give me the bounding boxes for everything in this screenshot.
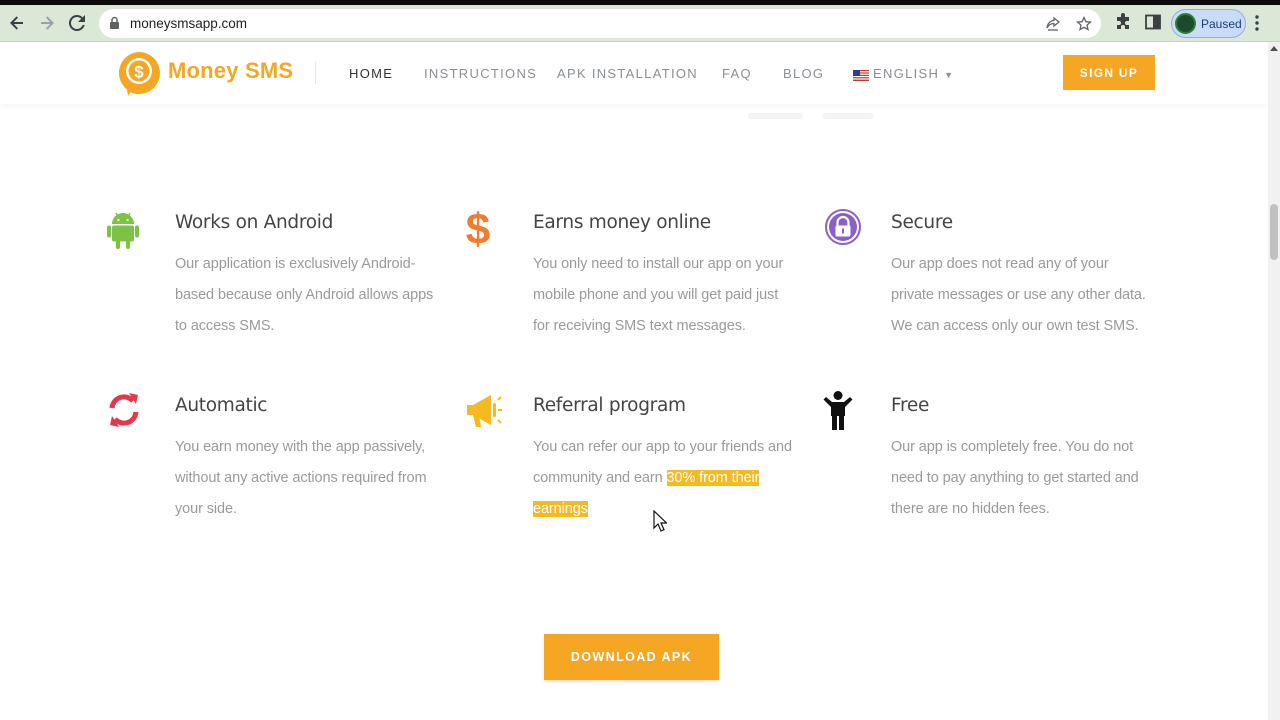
desc-line: mobile phone and you will get paid just — [533, 287, 779, 303]
feature-desc-earns: You only need to install our app on your… — [533, 249, 803, 342]
extensions-puzzle-icon[interactable] — [1114, 13, 1132, 31]
browser-toolbar: moneysmsapp.com Paused — [0, 5, 1280, 42]
nav-blog[interactable]: BLOG — [783, 66, 824, 81]
desc-line: Our app does not read any of your — [891, 256, 1109, 272]
profile-button[interactable]: Paused — [1171, 9, 1246, 38]
refresh-icon — [106, 390, 142, 434]
desc-line: earnings — [533, 494, 813, 525]
page-scrollbar[interactable] — [1268, 42, 1280, 720]
feature-desc-automatic: You earn money with the app passively, w… — [175, 432, 445, 525]
mouse-cursor-icon — [653, 509, 668, 532]
dollar-icon: $ — [464, 205, 500, 254]
scrollbar-thumb[interactable] — [1270, 204, 1278, 260]
nav-apk-installation[interactable]: APK INSTALLATION — [557, 66, 698, 81]
desc-line: based because only Android allows apps — [175, 287, 434, 303]
desc-text: community and earn — [533, 470, 667, 486]
lock-icon — [109, 16, 120, 35]
nav-instructions[interactable]: INSTRUCTIONS — [424, 66, 537, 81]
nav-home[interactable]: HOME — [349, 66, 393, 81]
faint-shape — [822, 113, 874, 119]
selected-text: earnings — [533, 501, 588, 517]
desc-line: You only need to install our app on your — [533, 256, 784, 272]
header-divider — [315, 62, 316, 84]
feature-title-automatic: Automatic — [175, 395, 268, 416]
feature-title-referral: Referral program — [533, 395, 686, 416]
feature-desc-secure: Our app does not read any of your privat… — [891, 249, 1161, 342]
back-icon[interactable] — [5, 11, 29, 35]
desc-line: to access SMS. — [175, 318, 275, 334]
language-label: ENGLISH — [873, 66, 940, 81]
profile-status-label: Paused — [1201, 17, 1242, 31]
feature-title-secure: Secure — [891, 212, 953, 233]
share-icon[interactable] — [1045, 16, 1061, 32]
desc-line: without any active actions required from — [175, 470, 427, 486]
bookmark-star-icon[interactable] — [1075, 15, 1093, 32]
desc-line: We can access only our own test SMS. — [891, 318, 1139, 334]
faint-shape — [748, 113, 803, 119]
avatar — [1175, 13, 1196, 34]
desc-line: need to pay anything to get started and — [891, 470, 1139, 486]
sign-up-button[interactable]: SIGN UP — [1063, 55, 1155, 90]
more-menu-icon[interactable] — [1255, 15, 1259, 31]
selected-text: 30% from their — [666, 470, 760, 486]
feature-desc-referral: You can refer our app to your friends an… — [533, 432, 813, 525]
megaphone-icon — [465, 392, 502, 436]
android-icon — [107, 208, 143, 252]
money-logo-icon[interactable]: $ — [116, 50, 162, 96]
forward-icon[interactable] — [35, 11, 59, 35]
logo-text[interactable]: Money SMS — [168, 58, 293, 84]
desc-line: there are no hidden fees. — [891, 501, 1050, 517]
reload-icon[interactable] — [65, 11, 89, 35]
us-flag-icon — [853, 68, 869, 81]
site-header: $ Money SMS HOME INSTRUCTIONS APK INSTAL… — [0, 42, 1268, 104]
scroll-up-arrow-icon[interactable] — [1270, 46, 1278, 51]
caret-down-icon: ▼ — [944, 70, 955, 80]
desc-line: You can refer our app to your friends an… — [533, 439, 792, 455]
desc-line: private messages or use any other data. — [891, 287, 1146, 303]
download-apk-button[interactable]: DOWNLOAD APK — [544, 634, 719, 680]
feature-desc-android: Our application is exclusively Android- … — [175, 249, 445, 342]
url-text: moneysmsapp.com — [130, 16, 248, 31]
desc-line: You earn money with the app passively, — [175, 439, 426, 455]
svg-text:$: $ — [134, 63, 144, 82]
address-bar[interactable]: moneysmsapp.com — [99, 9, 1101, 38]
desc-line: Our app is completely free. You do not — [891, 439, 1134, 455]
desc-line: your side. — [175, 501, 237, 517]
desc-line: community and earn 30% from their — [533, 463, 813, 494]
lock-icon — [824, 207, 861, 251]
nav-language[interactable]: ENGLISH ▼ — [873, 66, 954, 81]
nav-faq[interactable]: FAQ — [722, 66, 752, 81]
side-panel-icon[interactable] — [1144, 13, 1162, 31]
desc-line: Our application is exclusively Android- — [175, 256, 416, 272]
feature-title-free: Free — [891, 395, 930, 416]
feature-title-earns: Earns money online — [533, 212, 711, 233]
person-icon — [823, 390, 859, 434]
feature-title-android: Works on Android — [175, 212, 334, 233]
desc-line: for receiving SMS text messages. — [533, 318, 746, 334]
feature-desc-free: Our app is completely free. You do not n… — [891, 432, 1161, 525]
svg-text:$: $ — [466, 206, 490, 250]
